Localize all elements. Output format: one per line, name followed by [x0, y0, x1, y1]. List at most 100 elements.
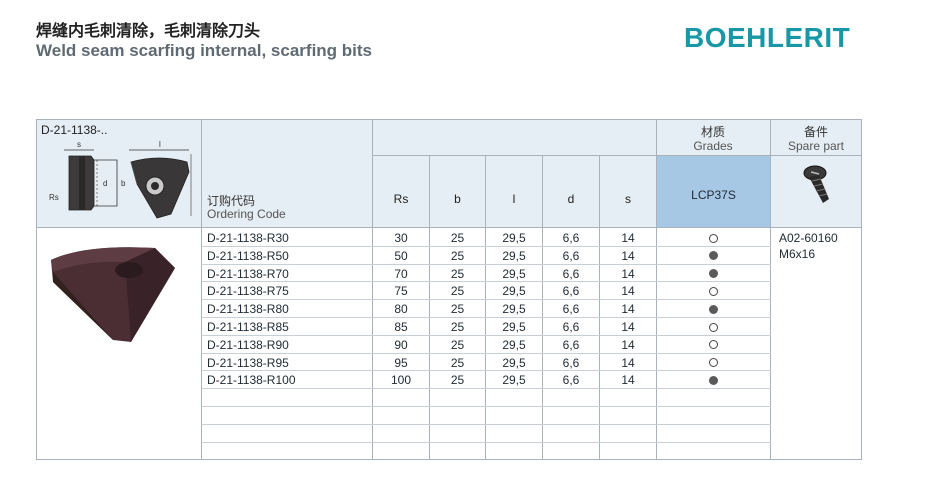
row-ordering-code: D-21-1138-R80	[207, 302, 289, 317]
row-divider	[201, 245, 771, 247]
col-divider	[770, 120, 771, 459]
row-ordering-code: D-21-1138-R95	[207, 355, 289, 370]
row-ordering-code: D-21-1138-R70	[207, 266, 289, 281]
col-divider	[656, 120, 657, 459]
row-value-rs: 100	[390, 373, 412, 388]
row-ordering-code: D-21-1138-R30	[207, 231, 289, 245]
grade-on-request-dot	[709, 286, 718, 296]
screw-icon	[803, 165, 829, 203]
row-divider	[201, 388, 771, 390]
grade-name: LCP37S	[691, 188, 736, 202]
dim-s-label: s	[77, 140, 81, 149]
row-value-s: 14	[621, 284, 635, 299]
grade-available-dot	[709, 251, 718, 261]
row-value-rs: 95	[394, 355, 408, 370]
brand-logo: BOEHLERIT	[684, 22, 851, 53]
row-value-rs: 30	[394, 231, 408, 245]
spare-part-header-zh: 备件	[803, 125, 828, 139]
title-chinese: 焊缝内毛刺清除，毛刺清除刀头	[36, 23, 261, 40]
row-divider	[201, 406, 771, 407]
row-divider	[201, 299, 771, 301]
row-divider	[201, 334, 771, 336]
row-value-b: 25	[450, 337, 465, 352]
grade-on-request-dot	[709, 358, 718, 368]
col-header-s: s	[625, 192, 631, 206]
spare-part-number: A02-60160	[779, 231, 838, 245]
row-divider	[201, 441, 771, 443]
row-value-b: 25	[450, 266, 465, 281]
ordering-code-header-en: Ordering Code	[207, 207, 286, 221]
row-value-d: 6,6	[562, 355, 580, 370]
dim-b-label: b	[121, 179, 126, 188]
grade-available-dot	[709, 269, 718, 279]
col-header-l: l	[512, 192, 516, 206]
row-value-s: 14	[621, 266, 635, 281]
row-value-l: 29,5	[502, 284, 526, 299]
row-value-rs: 70	[394, 266, 408, 281]
grade-on-request-dot	[709, 322, 718, 332]
row-value-d: 6,6	[562, 231, 580, 245]
row-value-s: 14	[621, 320, 635, 334]
product-table: D-21-1138-.. s l d b Rs 订购代码 Ordering Co…	[36, 119, 862, 460]
row-value-d: 6,6	[562, 302, 580, 317]
grade-available-dot	[709, 304, 718, 314]
row-divider	[201, 317, 771, 318]
row-value-l: 29,5	[502, 231, 526, 245]
row-value-d: 6,6	[562, 284, 580, 299]
row-value-b: 25	[450, 231, 465, 245]
dim-d-label: d	[103, 179, 107, 188]
dim-l-label: l	[159, 140, 161, 149]
dim-rs-label: Rs	[49, 193, 59, 202]
row-divider	[201, 263, 771, 265]
grade-on-request-dot	[709, 340, 718, 350]
row-ordering-code: D-21-1138-R100	[207, 373, 296, 388]
row-value-l: 29,5	[502, 320, 526, 334]
row-ordering-code: D-21-1138-R85	[207, 320, 289, 334]
row-value-l: 29,5	[502, 337, 526, 352]
spare-part-code: A02-60160 M6x16	[779, 230, 838, 262]
title-english: Weld seam scarfing internal, scarfing bi…	[36, 41, 373, 60]
row-value-l: 29,5	[502, 355, 526, 370]
row-value-l: 29,5	[502, 373, 526, 388]
row-value-s: 14	[621, 248, 635, 263]
row-value-rs: 80	[394, 302, 408, 317]
row-value-d: 6,6	[562, 248, 580, 263]
insert-product-image	[51, 247, 175, 342]
row-value-l: 29,5	[502, 266, 526, 281]
row-value-rs: 50	[394, 248, 408, 263]
row-value-b: 25	[450, 373, 465, 388]
row-divider	[201, 423, 771, 425]
row-value-s: 14	[621, 355, 635, 370]
row-ordering-code: D-21-1138-R50	[207, 248, 289, 263]
row-value-rs: 90	[394, 337, 408, 352]
row-value-d: 6,6	[562, 320, 580, 334]
row-value-b: 25	[450, 302, 465, 317]
row-divider	[201, 281, 771, 283]
row-value-rs: 85	[394, 320, 408, 334]
row-value-s: 14	[621, 302, 635, 317]
row-value-s: 14	[621, 337, 635, 352]
series-id-label: D-21-1138-..	[41, 123, 108, 137]
row-value-s: 14	[621, 231, 635, 245]
row-value-l: 29,5	[502, 302, 526, 317]
row-ordering-code: D-21-1138-R90	[207, 337, 289, 352]
row-value-rs: 75	[394, 284, 408, 299]
row-value-d: 6,6	[562, 266, 580, 281]
spare-part-header-en: Spare part	[787, 139, 845, 153]
insert-technical-drawing: s l d b Rs	[49, 140, 192, 219]
grade-available-dot	[709, 375, 718, 385]
grades-header-en: Grades	[693, 139, 733, 153]
row-value-s: 14	[621, 373, 635, 388]
row-divider	[201, 352, 771, 354]
col-header-d: d	[567, 192, 575, 206]
header-split-line	[372, 155, 861, 156]
col-header-b: b	[454, 192, 461, 206]
row-divider	[201, 370, 771, 372]
row-value-d: 6,6	[562, 373, 580, 388]
grades-header-zh: 材质	[700, 125, 725, 139]
row-value-d: 6,6	[562, 337, 580, 352]
row-value-b: 25	[450, 355, 465, 370]
row-value-b: 25	[450, 320, 465, 334]
row-ordering-code: D-21-1138-R75	[207, 284, 289, 299]
row-value-l: 29,5	[502, 248, 526, 263]
